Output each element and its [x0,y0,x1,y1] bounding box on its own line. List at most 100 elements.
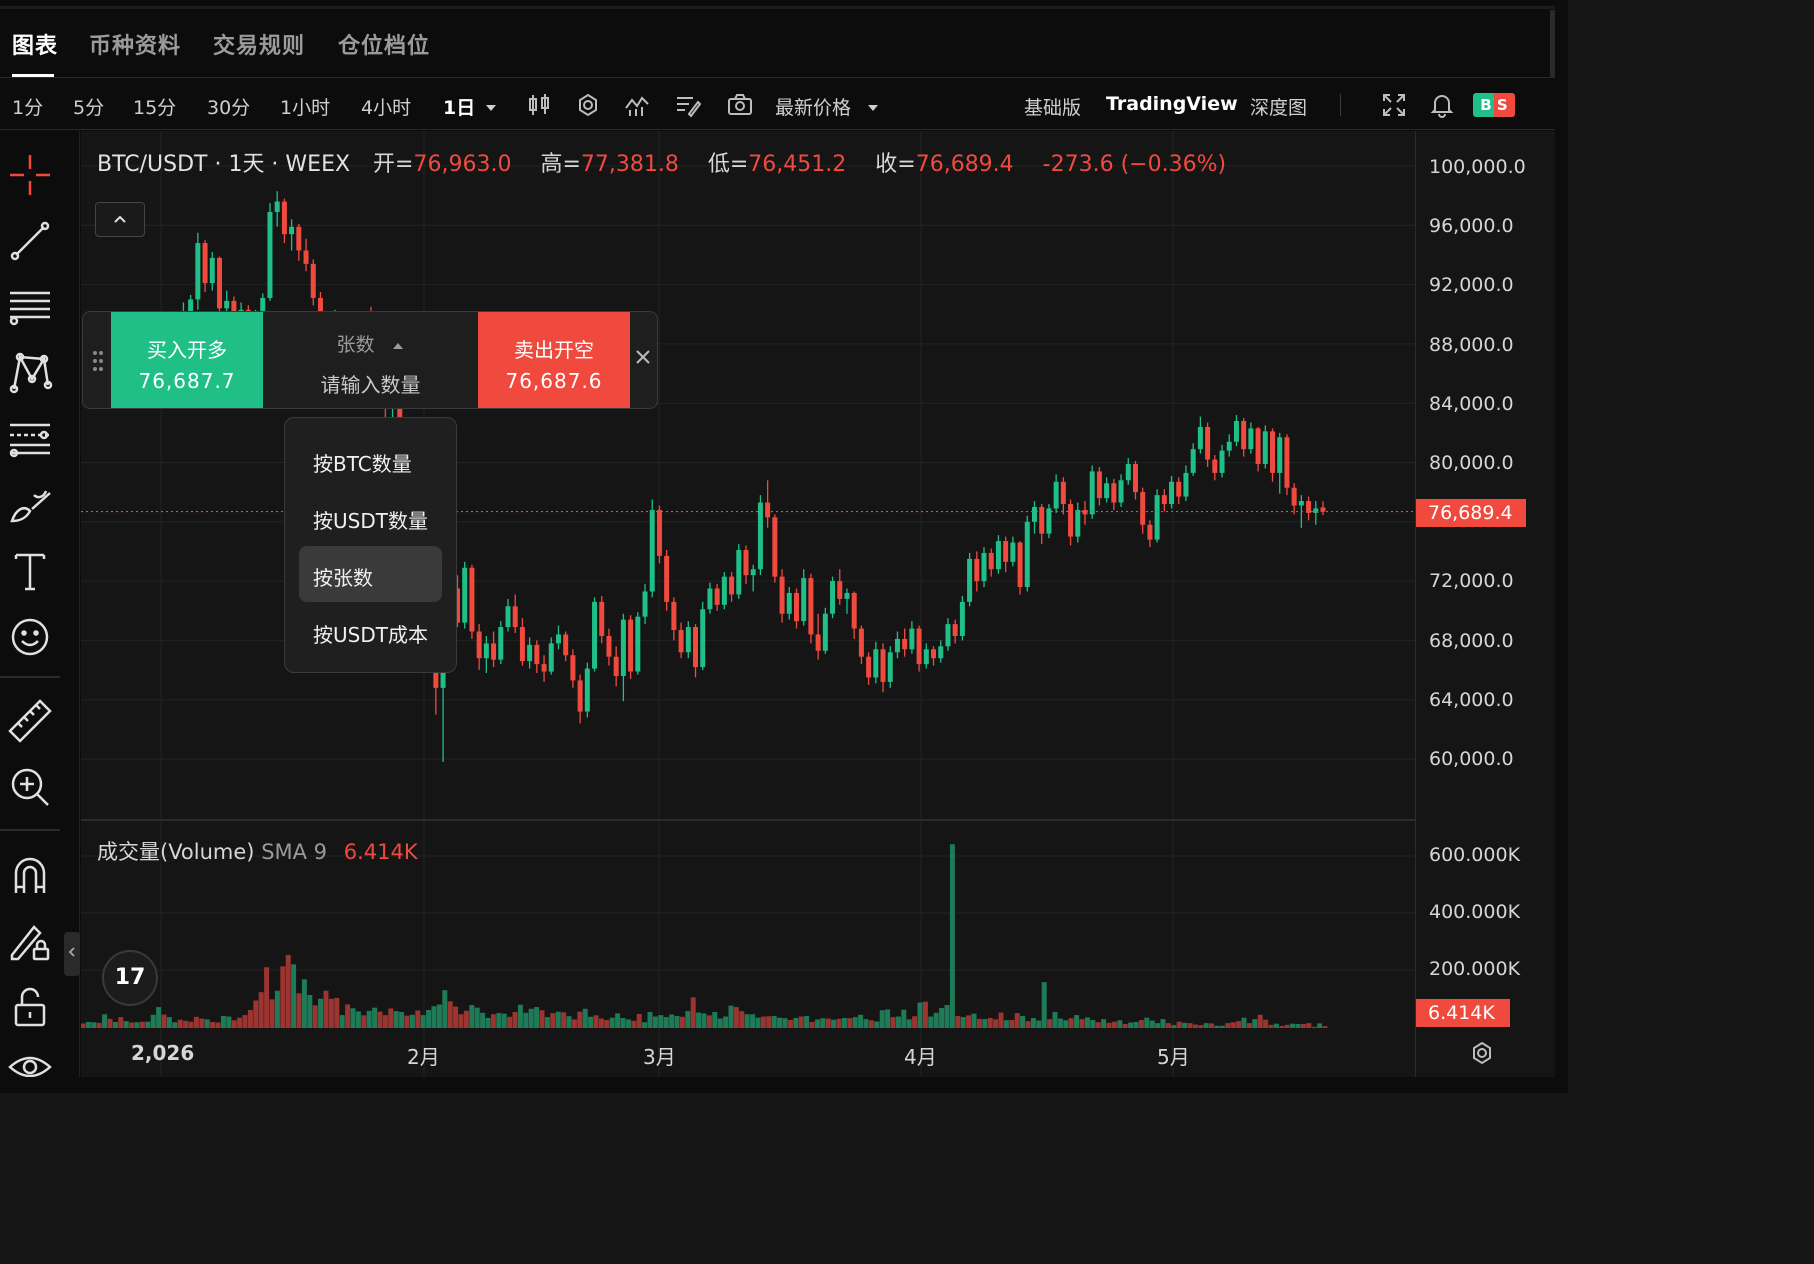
volume-bar [809,1021,815,1028]
timeframe-1m[interactable]: 1分 [12,93,43,120]
price-type-dropdown-icon[interactable] [866,98,892,124]
chart-area[interactable] [81,131,1415,1077]
chart-settings-icon[interactable] [1469,1040,1495,1066]
candle-body [1132,463,1138,493]
volume-bar [561,1012,567,1028]
volume-bar [1317,1023,1323,1028]
brush-icon[interactable] [6,481,54,529]
menu-item-by-usdt-cost[interactable]: 按USDT成本 [299,603,442,659]
candle-body [491,643,497,660]
menu-item-by-btc[interactable]: 按BTC数量 [299,432,442,488]
camera-icon[interactable] [727,92,753,118]
candle-body [909,628,915,650]
collapse-sidebar-button[interactable] [64,932,80,976]
candle-body [693,627,699,668]
volume-bar [334,997,340,1028]
timeframe-dropdown-icon[interactable] [484,98,510,124]
tab-coin-info[interactable]: 币种资料 [89,28,181,60]
candle-body [967,558,973,602]
timeframe-5m[interactable]: 5分 [73,93,104,120]
tradingview-logo[interactable]: 17 [102,950,158,1006]
settings-icon[interactable] [575,92,601,118]
tradingview-button[interactable]: TradingView [1106,93,1238,115]
menu-item-by-usdt[interactable]: 按USDT数量 [299,489,442,545]
quantity-placeholder[interactable]: 请输入数量 [263,369,478,398]
buy-sell-signal-badge[interactable]: B S [1473,93,1515,117]
time-axis-label: 4月 [904,1045,937,1069]
quantity-field[interactable]: 张数 请输入数量 [263,312,478,408]
candle-body [1089,471,1095,515]
volume-bar [1209,1023,1215,1028]
candle-body [534,644,540,665]
pattern-tool-icon[interactable] [6,349,54,397]
fullscreen-icon[interactable] [1381,92,1407,118]
volume-bar [220,1015,226,1028]
tab-position-tiers[interactable]: 仓位档位 [338,28,430,60]
timeframe-1h[interactable]: 1小时 [280,93,330,120]
volume-bar [1306,1023,1312,1028]
candle-type-icon[interactable] [526,92,552,118]
volume-bar [458,1014,464,1028]
volume-bar [647,1011,653,1028]
indicators-icon[interactable] [624,92,650,118]
tab-trading-rules[interactable]: 交易规则 [213,28,305,60]
buy-long-button[interactable]: 买入开多 76,687.7 [111,312,263,408]
collapse-legend-button[interactable] [95,202,145,237]
candle-body [1024,521,1030,588]
toolbar-divider [1340,94,1341,116]
volume-bar [1246,1023,1252,1028]
price-axis[interactable] [1415,131,1555,1077]
unlock-icon[interactable] [6,983,54,1031]
basic-view-button[interactable]: 基础版 [1024,93,1081,120]
drawing-templates-icon[interactable] [675,92,702,118]
fibonacci-icon[interactable] [6,415,54,463]
volume-bar [669,1014,675,1028]
emoji-icon[interactable] [6,613,54,661]
price-axis-label: 80,000.0 [1429,452,1514,474]
volume-bar [501,1013,507,1028]
ruler-icon[interactable] [6,697,54,745]
horizontal-lines-icon[interactable] [6,283,54,331]
lock-drawing-icon[interactable] [6,917,54,965]
candle-body [1111,483,1117,503]
timeframe-30m[interactable]: 30分 [207,93,250,120]
price-type-select[interactable]: 最新价格 [775,93,851,120]
sell-short-label: 卖出开空 [514,338,594,362]
sell-price: 76,687.6 [505,369,603,393]
candle-body [858,628,864,657]
chart-canvas[interactable] [81,131,1415,1077]
candle-body [1176,481,1182,497]
volume-bar [96,1022,102,1028]
volume-bar [944,1005,950,1028]
candle-body [844,592,850,599]
unit-selector[interactable]: 张数 [263,330,478,357]
candle-body [1291,487,1297,506]
volume-bar [85,1021,91,1028]
candle-body [808,578,814,635]
depth-chart-button[interactable]: 深度图 [1250,93,1307,120]
alert-bell-icon[interactable] [1429,92,1455,118]
volume-bar [1176,1021,1182,1028]
volume-bar [550,1013,556,1028]
candle-body [1248,428,1254,450]
volume-bar [663,1017,669,1028]
text-tool-icon[interactable] [6,547,54,595]
drag-handle-icon[interactable] [91,350,105,372]
timeframe-1d[interactable]: 1日 [443,93,475,120]
trend-line-icon[interactable] [6,217,54,265]
candle-body [577,680,583,712]
timeframe-15m[interactable]: 15分 [133,93,176,120]
candle-body [555,634,561,644]
tab-chart[interactable]: 图表 [12,28,58,60]
volume-bar [183,1020,189,1028]
price-axis-label: 60,000.0 [1429,748,1514,770]
timeframe-4h[interactable]: 4小时 [361,93,411,120]
zoom-in-icon[interactable] [6,763,54,811]
volume-bar [1273,1023,1279,1028]
menu-item-by-contracts[interactable]: 按张数 [299,546,442,602]
volume-bar [318,998,324,1028]
crosshair-icon[interactable] [6,151,54,199]
close-icon[interactable] [631,348,655,372]
magnet-icon[interactable] [6,851,54,899]
sell-short-button[interactable]: 卖出开空 76,687.6 [478,312,630,408]
